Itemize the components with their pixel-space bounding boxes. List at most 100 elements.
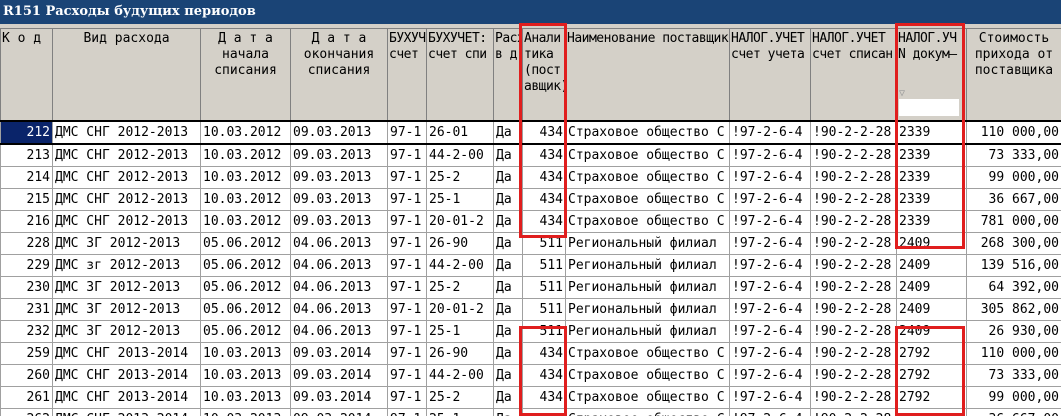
cell-end-date[interactable]: 09.03.2013 xyxy=(290,120,388,145)
cell-analytics[interactable]: 434 xyxy=(522,408,566,416)
cell-tax-doc-no[interactable]: 2792 xyxy=(896,386,967,409)
cell-supplier-name[interactable]: Страховое общество С xyxy=(565,120,730,145)
cell-tax-doc-no[interactable]: 2792 xyxy=(896,342,967,365)
cell-supplier-name[interactable]: Страховое общество С xyxy=(565,342,730,365)
cell-analytics[interactable]: 511 xyxy=(522,254,566,277)
cell-start-date[interactable]: 10.03.2013 xyxy=(200,408,291,416)
cell-analytics[interactable]: 434 xyxy=(522,120,566,145)
cell-tax-account[interactable]: !97-2-6-4 xyxy=(729,120,811,145)
cell-supplier-cost[interactable]: 99 000,00 xyxy=(966,166,1061,189)
cell-expense-type[interactable]: ДМС ЗГ 2012-2013 xyxy=(52,298,201,321)
cell-expense-flag[interactable]: Да xyxy=(493,254,523,277)
cell-supplier-name[interactable]: Региональный филиал xyxy=(565,232,730,255)
cell-expense-flag[interactable]: Да xyxy=(493,342,523,365)
col-header-expense-type[interactable]: Вид расхода xyxy=(52,28,201,122)
cell-tax-doc-no[interactable]: 2339 xyxy=(896,120,967,145)
cell-expense-flag[interactable]: Да xyxy=(493,298,523,321)
cell-tax-writeoff[interactable]: !90-2-2-28 xyxy=(810,342,897,365)
cell-expense-type[interactable]: ДМС СНГ 2013-2014 xyxy=(52,342,201,365)
cell-start-date[interactable]: 10.03.2013 xyxy=(200,364,291,387)
cell-code[interactable]: 261 xyxy=(0,386,53,409)
cell-acc-account[interactable]: 97-1 xyxy=(387,232,427,255)
cell-analytics[interactable]: 511 xyxy=(522,320,566,343)
cell-code[interactable]: 216 xyxy=(0,210,53,233)
cell-tax-writeoff[interactable]: !90-2-2-28 xyxy=(810,254,897,277)
cell-tax-account[interactable]: !97-2-6-4 xyxy=(729,408,811,416)
cell-start-date[interactable]: 10.03.2012 xyxy=(200,188,291,211)
cell-code[interactable]: 262 xyxy=(0,408,53,416)
cell-tax-writeoff[interactable]: !90-2-2-28 xyxy=(810,143,897,167)
cell-expense-type[interactable]: ДМС ЗГ 2012-2013 xyxy=(52,232,201,255)
cell-supplier-cost[interactable]: 36 667,00 xyxy=(966,188,1061,211)
cell-acc-account[interactable]: 97-1 xyxy=(387,298,427,321)
cell-start-date[interactable]: 10.03.2012 xyxy=(200,120,291,145)
cell-end-date[interactable]: 09.03.2013 xyxy=(290,166,388,189)
cell-supplier-name[interactable]: Страховое общество С xyxy=(565,188,730,211)
col-header-tax-account[interactable]: НАЛОГ.УЧЕТ счет учета xyxy=(729,28,811,122)
cell-supplier-cost[interactable]: 36 667,00 xyxy=(966,408,1061,416)
cell-supplier-name[interactable]: Страховое общество С xyxy=(565,143,730,167)
cell-supplier-cost[interactable]: 110 000,00 xyxy=(966,120,1061,145)
cell-tax-writeoff[interactable]: !90-2-2-28 xyxy=(810,386,897,409)
cell-expense-type[interactable]: ДМС ЗГ 2012-2013 xyxy=(52,320,201,343)
cell-expense-flag[interactable]: Да xyxy=(493,408,523,416)
cell-analytics[interactable]: 434 xyxy=(522,364,566,387)
cell-expense-type[interactable]: ДМС ЗГ 2012-2013 xyxy=(52,276,201,299)
cell-tax-writeoff[interactable]: !90-2-2-28 xyxy=(810,120,897,145)
cell-start-date[interactable]: 10.03.2013 xyxy=(200,342,291,365)
cell-acc-account[interactable]: 97-1 xyxy=(387,166,427,189)
table-row[interactable]: 214 ДМС СНГ 2012-2013 10.03.2012 09.03.2013… xyxy=(0,166,1061,189)
cell-end-date[interactable]: 09.03.2014 xyxy=(290,408,388,416)
cell-tax-account[interactable]: !97-2-6-4 xyxy=(729,210,811,233)
cell-expense-flag[interactable]: Да xyxy=(493,166,523,189)
cell-end-date[interactable]: 04.06.2013 xyxy=(290,232,388,255)
table-row[interactable]: 228 ДМС ЗГ 2012-2013 05.06.2012 04.06.2013 9… xyxy=(0,232,1061,255)
col-header-start-date[interactable]: Д а т а начала списания xyxy=(200,28,291,122)
cell-expense-flag[interactable]: Да xyxy=(493,386,523,409)
cell-tax-writeoff[interactable]: !90-2-2-28 xyxy=(810,188,897,211)
cell-end-date[interactable]: 09.03.2014 xyxy=(290,386,388,409)
cell-start-date[interactable]: 10.03.2013 xyxy=(200,386,291,409)
cell-tax-writeoff[interactable]: !90-2-2-28 xyxy=(810,298,897,321)
cell-end-date[interactable]: 09.03.2013 xyxy=(290,210,388,233)
cell-expense-type[interactable]: ДМС СНГ 2013-2014 xyxy=(52,386,201,409)
cell-supplier-name[interactable]: Страховое общество С xyxy=(565,386,730,409)
cell-supplier-cost[interactable]: 73 333,00 xyxy=(966,364,1061,387)
cell-tax-doc-no[interactable]: 2339 xyxy=(896,143,967,167)
cell-code[interactable]: 229 xyxy=(0,254,53,277)
cell-expense-type[interactable]: ДМС СНГ 2013-2014 xyxy=(52,408,201,416)
cell-start-date[interactable]: 05.06.2012 xyxy=(200,298,291,321)
cell-acc-writeoff[interactable]: 20-01-2 xyxy=(426,298,494,321)
cell-supplier-cost[interactable]: 99 000,00 xyxy=(966,386,1061,409)
cell-acc-writeoff[interactable]: 25-2 xyxy=(426,276,494,299)
cell-tax-writeoff[interactable]: !90-2-2-28 xyxy=(810,408,897,416)
cell-start-date[interactable]: 10.03.2012 xyxy=(200,166,291,189)
cell-code[interactable]: 231 xyxy=(0,298,53,321)
table-row[interactable]: 231 ДМС ЗГ 2012-2013 05.06.2012 04.06.2013 9… xyxy=(0,298,1061,321)
cell-acc-account[interactable]: 97-1 xyxy=(387,276,427,299)
cell-end-date[interactable]: 09.03.2014 xyxy=(290,342,388,365)
cell-tax-account[interactable]: !97-2-6-4 xyxy=(729,143,811,167)
cell-start-date[interactable]: 05.06.2012 xyxy=(200,320,291,343)
cell-analytics[interactable]: 434 xyxy=(522,188,566,211)
cell-expense-type[interactable]: ДМС СНГ 2012-2013 xyxy=(52,143,201,167)
sort-indicator-icon[interactable]: ▽ xyxy=(899,88,905,99)
cell-supplier-name[interactable]: Региональный филиал xyxy=(565,254,730,277)
cell-start-date[interactable]: 05.06.2012 xyxy=(200,276,291,299)
cell-expense-flag[interactable]: Да xyxy=(493,143,523,167)
cell-start-date[interactable]: 05.06.2012 xyxy=(200,254,291,277)
cell-expense-flag[interactable]: Да xyxy=(493,276,523,299)
cell-acc-account[interactable]: 97-1 xyxy=(387,408,427,416)
cell-analytics[interactable]: 434 xyxy=(522,342,566,365)
col-header-supplier-name[interactable]: Наименование поставщика xyxy=(565,28,730,122)
cell-tax-account[interactable]: !97-2-6-4 xyxy=(729,166,811,189)
cell-expense-type[interactable]: ДМС СНГ 2012-2013 xyxy=(52,120,201,145)
cell-acc-writeoff[interactable]: 25-1 xyxy=(426,188,494,211)
cell-tax-doc-no[interactable]: 2409 xyxy=(896,232,967,255)
cell-code[interactable]: 230 xyxy=(0,276,53,299)
cell-code[interactable]: 215 xyxy=(0,188,53,211)
col-header-analytics[interactable]: Анали тика (пост авщик) xyxy=(522,28,566,122)
cell-code[interactable]: 232 xyxy=(0,320,53,343)
cell-end-date[interactable]: 09.03.2014 xyxy=(290,364,388,387)
col-header-tax-writeoff[interactable]: НАЛОГ.УЧЕТ счет списан xyxy=(810,28,897,122)
